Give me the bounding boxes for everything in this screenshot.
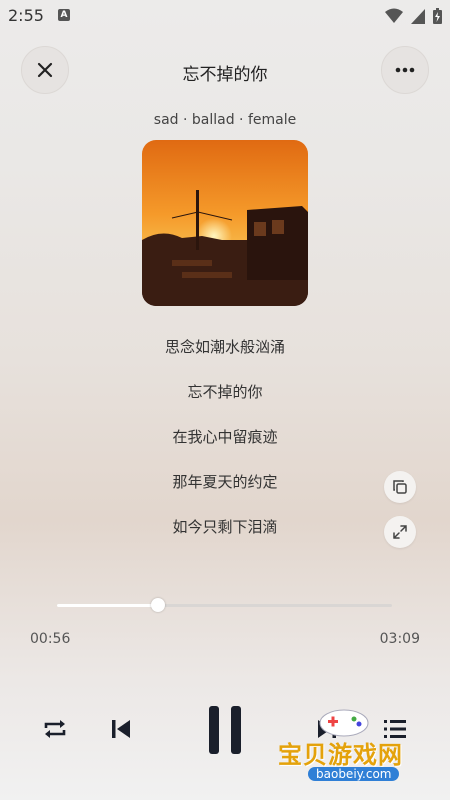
pause-icon	[209, 706, 241, 754]
progress-bar[interactable]	[57, 598, 392, 612]
progress-fill	[57, 604, 158, 607]
watermark-text: 宝贝游戏网	[278, 741, 403, 769]
copy-lyrics-button[interactable]	[384, 471, 416, 503]
current-time: 00:56	[30, 631, 71, 647]
wifi-icon	[385, 8, 403, 23]
progress-knob[interactable]	[150, 598, 165, 612]
previous-button[interactable]	[106, 714, 136, 744]
repeat-icon	[44, 720, 66, 738]
status-bar: 2:55 A	[0, 0, 450, 32]
skip-previous-icon	[112, 720, 130, 738]
lyric-line: 那年夏天的约定	[172, 473, 278, 491]
watermark-url: baobeiy.com	[308, 767, 400, 781]
more-horizontal-icon	[395, 67, 415, 73]
repeat-button[interactable]	[40, 714, 70, 744]
signal-icon	[411, 9, 425, 24]
lyric-line: 思念如潮水般汹涌	[164, 338, 285, 356]
battery-icon	[433, 8, 442, 24]
notification-a-icon: A	[58, 9, 70, 21]
song-tags: sad · ballad · female	[153, 112, 297, 128]
gamepad-icon	[319, 709, 369, 737]
more-options-button[interactable]	[381, 46, 429, 94]
fullscreen-button[interactable]	[384, 516, 416, 548]
lyric-line-current: 忘不掉的你	[187, 383, 263, 401]
album-cover	[142, 140, 308, 306]
pause-button[interactable]	[200, 700, 250, 760]
watermark-logo: 宝贝游戏网 baobeiy.com	[270, 705, 420, 795]
copy-icon	[393, 480, 407, 494]
total-time: 03:09	[379, 631, 420, 647]
lyrics-panel: 思念如潮水般汹涌 忘不掉的你 在我心中留痕迹 那年夏天的约定 如今只剩下泪滴	[0, 335, 450, 560]
lyric-line: 如今只剩下泪滴	[172, 518, 278, 536]
expand-icon	[393, 525, 407, 539]
status-icons	[385, 6, 442, 26]
lyric-line: 在我心中留痕迹	[172, 428, 278, 446]
status-time: 2:55	[8, 6, 44, 25]
